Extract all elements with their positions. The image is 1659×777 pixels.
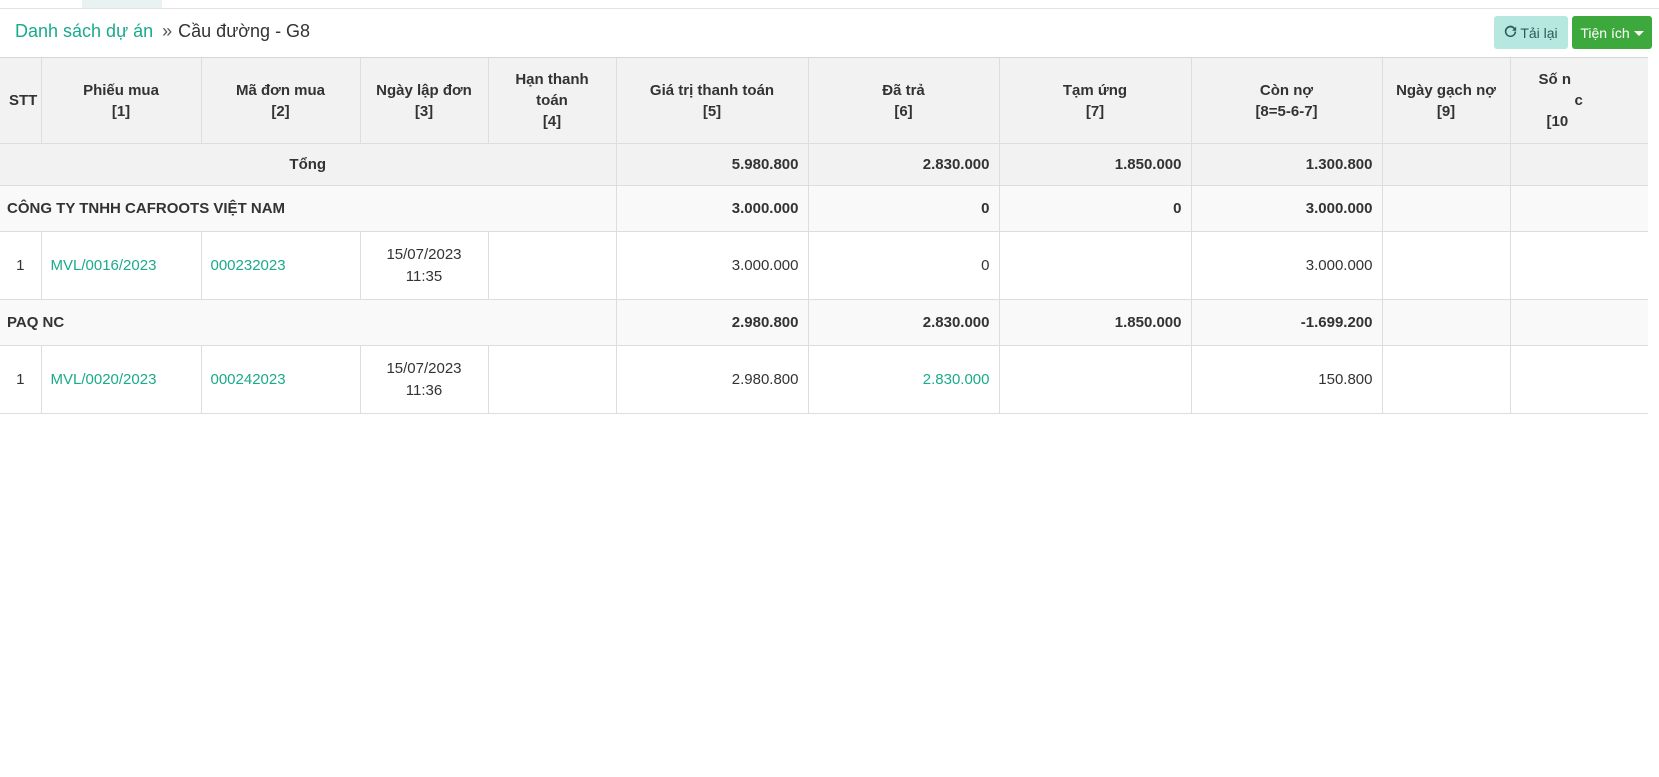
group-row: CÔNG TY TNHH CAFROOTS VIỆT NAM 3.000.000…: [0, 185, 1648, 232]
reload-button-label: Tải lại: [1520, 24, 1558, 41]
active-tab-indicator[interactable]: [82, 0, 162, 8]
total-debt: 1.300.800: [1191, 143, 1383, 186]
total-value: 5.980.800: [616, 143, 809, 186]
col-header-remaining-debt[interactable]: Còn nợ [8=5-6-7]: [1191, 58, 1383, 144]
remaining-debt: 150.800: [1191, 345, 1383, 414]
clear-date: [1382, 345, 1511, 414]
col-header-due-date[interactable]: Hạn thanh toán [4]: [488, 58, 617, 144]
utilities-button-label: Tiện ích: [1580, 24, 1630, 41]
group-debt: -1.699.200: [1191, 299, 1383, 346]
group-paid: 2.830.000: [808, 299, 1000, 346]
debt-table: STT Phiếu mua [1] Mã đơn mua [2] Ngày lập …: [0, 58, 1648, 414]
table-header-row: STT Phiếu mua [1] Mã đơn mua [2] Ngày lập …: [0, 58, 1648, 144]
receipt-link[interactable]: MVL/0020/2023: [41, 345, 202, 414]
total-advance: 1.850.000: [999, 143, 1192, 186]
breadcrumb-project-list-link[interactable]: Danh sách dự án: [15, 21, 153, 42]
total-label: Tổng: [0, 143, 617, 186]
col-header-advance[interactable]: Tạm ứng [7]: [999, 58, 1192, 144]
due-date: [488, 345, 617, 414]
page-header: Danh sách dự án » Cầu đường - G8 Tải lại…: [0, 9, 1659, 57]
debt-table-container[interactable]: STT Phiếu mua [1] Mã đơn mua [2] Ngày lập …: [0, 57, 1648, 420]
group-value: 3.000.000: [616, 185, 809, 232]
total-row: Tổng 5.980.800 2.830.000 1.850.000 1.300…: [0, 143, 1648, 186]
reload-button[interactable]: Tải lại: [1494, 16, 1568, 49]
group-debt: 3.000.000: [1191, 185, 1383, 232]
payment-value: 2.980.800: [616, 345, 809, 414]
order-code-link[interactable]: 000242023: [201, 345, 361, 414]
col-header-receipt[interactable]: Phiếu mua [1]: [41, 58, 202, 144]
breadcrumb-current: Cầu đường - G8: [178, 21, 311, 41]
paid-amount-link[interactable]: 2.830.000: [808, 345, 1000, 414]
order-date: 15/07/2023 11:35: [360, 231, 489, 300]
due-date: [488, 231, 617, 300]
row-stt: 1: [0, 231, 42, 300]
utilities-dropdown-button[interactable]: Tiện ích: [1572, 16, 1652, 49]
group-row: PAQ NC 2.980.800 2.830.000 1.850.000 -1.…: [0, 299, 1648, 346]
refresh-icon: [1504, 25, 1520, 41]
receipt-link[interactable]: MVL/0016/2023: [41, 231, 202, 300]
remaining-debt: 3.000.000: [1191, 231, 1383, 300]
col-header-paid[interactable]: Đã trả [6]: [808, 58, 1000, 144]
clear-date: [1382, 231, 1511, 300]
col-header-clear-date[interactable]: Ngày gạch nợ [9]: [1382, 58, 1511, 144]
col-header-payment-value[interactable]: Giá trị thanh toán [5]: [616, 58, 809, 144]
col-header-order-date[interactable]: Ngày lập đơn [3]: [360, 58, 489, 144]
order-date: 15/07/2023 11:36: [360, 345, 489, 414]
breadcrumb-separator: »: [162, 21, 173, 41]
col-header-order-code[interactable]: Mã đơn mua [2]: [201, 58, 361, 144]
group-paid: 0: [808, 185, 1000, 232]
paid-amount: 0: [808, 231, 1000, 300]
top-tab-strip: [0, 0, 1659, 9]
advance-amount: [999, 231, 1192, 300]
col-header-number-truncated[interactable]: Số n c [10: [1510, 58, 1648, 144]
group-name: CÔNG TY TNHH CAFROOTS VIỆT NAM: [0, 185, 617, 232]
group-advance: 1.850.000: [999, 299, 1192, 346]
advance-amount: [999, 345, 1192, 414]
total-paid: 2.830.000: [808, 143, 1000, 186]
col-header-stt[interactable]: STT: [0, 58, 42, 144]
group-name: PAQ NC: [0, 299, 617, 346]
group-advance: 0: [999, 185, 1192, 232]
row-stt: 1: [0, 345, 42, 414]
table-row: 1 MVL/0020/2023 000242023 15/07/2023 11:3…: [0, 345, 1648, 414]
payment-value: 3.000.000: [616, 231, 809, 300]
group-value: 2.980.800: [616, 299, 809, 346]
caret-down-icon: [1633, 31, 1644, 36]
table-row: 1 MVL/0016/2023 000232023 15/07/2023 11:3…: [0, 231, 1648, 300]
breadcrumb: Danh sách dự án » Cầu đường - G8: [15, 21, 310, 42]
order-code-link[interactable]: 000232023: [201, 231, 361, 300]
